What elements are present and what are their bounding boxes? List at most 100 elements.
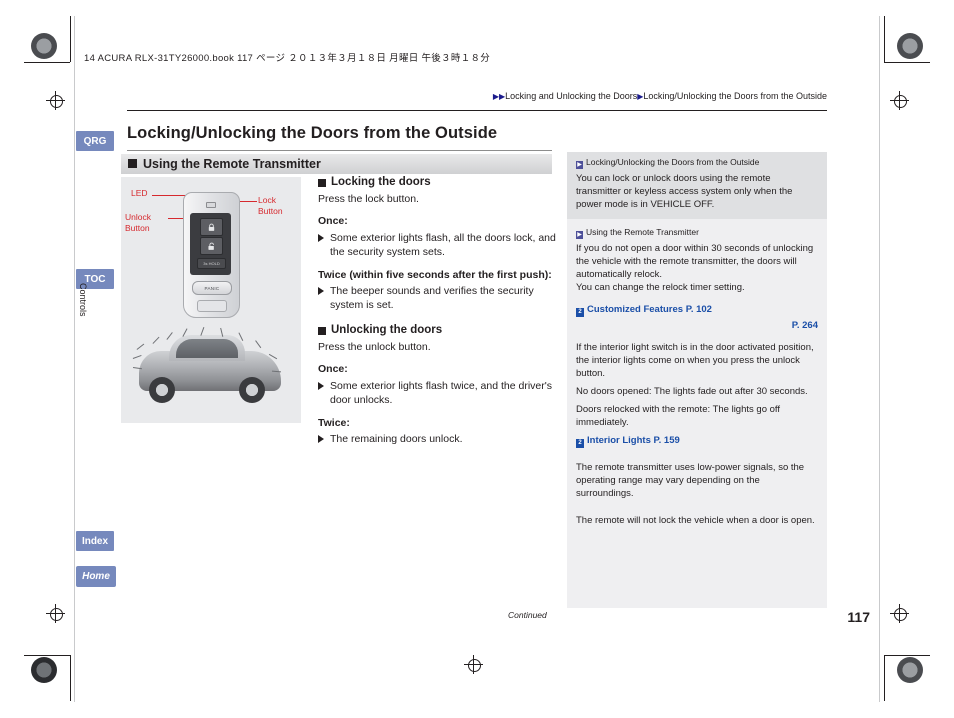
crop-mark-tl-v bbox=[70, 16, 71, 62]
reference-marker-icon: 2 bbox=[576, 439, 584, 448]
crop-mark-tr-v bbox=[884, 16, 885, 62]
reference-2-page: P. 159 bbox=[653, 435, 680, 446]
reference-2-label: Interior Lights bbox=[587, 435, 651, 446]
note-2-paragraph-4: No doors opened: The lights fade out aft… bbox=[576, 386, 808, 397]
leader-led bbox=[152, 195, 185, 196]
note-1-paragraph: You can lock or unlock doors using the r… bbox=[576, 173, 793, 210]
breadcrumb-arrow-1: ▶▶ bbox=[492, 92, 506, 101]
note-2-paragraph-1: If you do not open a door within 30 seco… bbox=[576, 242, 818, 294]
tab-home[interactable]: Home bbox=[76, 566, 116, 587]
note-2-body: If you do not open a door within 30 seco… bbox=[567, 242, 827, 535]
unlocking-once-text-label: Some exterior lights flash twice, and th… bbox=[330, 379, 553, 406]
unlocking-twice-text-label: The remaining doors unlock. bbox=[330, 433, 463, 445]
crop-mark-tl-h bbox=[24, 62, 70, 63]
callout-unlock-button: Unlock Button bbox=[125, 212, 151, 233]
title-rule bbox=[127, 150, 552, 151]
fob-lock-button-icon bbox=[200, 218, 223, 236]
triangle-bullet-icon bbox=[318, 381, 324, 390]
reference-1-page-alt[interactable]: P. 264 bbox=[576, 319, 818, 332]
tab-index[interactable]: Index bbox=[76, 531, 114, 551]
signal-wave-4 bbox=[152, 336, 160, 345]
locking-twice-label: Twice (within five seconds after the fir… bbox=[318, 268, 552, 281]
registration-circle-right-lower bbox=[894, 608, 907, 621]
page-title: Locking/Unlocking the Doors from the Out… bbox=[127, 124, 498, 142]
figure-panel: LED Unlock Button Lock Button 3s HOLD PA… bbox=[121, 177, 301, 423]
tab-qrg[interactable]: QRG bbox=[76, 131, 114, 151]
registration-circle-bottom bbox=[468, 659, 481, 672]
fob-led-icon bbox=[206, 202, 216, 208]
color-bar-tl bbox=[31, 33, 57, 59]
signal-wave-2 bbox=[132, 354, 142, 360]
reference-marker-icon: 2 bbox=[576, 308, 584, 317]
note-block-2: ▶ Using the Remote Transmitter If you do … bbox=[567, 219, 827, 535]
signal-wave-1 bbox=[136, 343, 145, 351]
note-2-p2-text: You can change the relock timer setting. bbox=[576, 282, 745, 293]
section-heading-locking-label: Locking the doors bbox=[331, 176, 431, 188]
square-bullet-icon bbox=[128, 159, 137, 168]
section-heading-locking: Locking the doors bbox=[318, 176, 558, 188]
car-front-wheel bbox=[149, 377, 175, 403]
subsection-header-label: Using the Remote Transmitter bbox=[143, 157, 321, 171]
car-illustration bbox=[131, 327, 291, 413]
note-2-paragraph-5: Doors relocked with the remote: The ligh… bbox=[576, 404, 781, 428]
unlocking-twice-text: The remaining doors unlock. bbox=[318, 432, 558, 446]
registration-circle-left-lower bbox=[50, 608, 63, 621]
locking-twice-text: The beeper sounds and verifies the secur… bbox=[318, 284, 558, 312]
color-bar-bl bbox=[31, 657, 57, 683]
side-notes-panel: ▶ Locking/Unlocking the Doors from the Ou… bbox=[567, 152, 827, 608]
color-bar-tr bbox=[897, 33, 923, 59]
trim-line-left bbox=[74, 16, 75, 702]
fob-unlock-button-icon bbox=[200, 237, 223, 255]
crop-mark-bl-v bbox=[70, 655, 71, 701]
unlocking-twice-label: Twice: bbox=[318, 416, 350, 429]
square-bullet-icon bbox=[318, 178, 326, 187]
reference-1-label: Customized Features bbox=[587, 304, 684, 315]
locking-once-label: Once: bbox=[318, 215, 348, 227]
registration-circle-right bbox=[894, 95, 907, 108]
color-bar-br bbox=[897, 657, 923, 683]
reference-interior-lights[interactable]: 2 Interior Lights P. 159 bbox=[576, 434, 818, 448]
section-heading-unlocking: Unlocking the doors bbox=[318, 324, 558, 336]
crop-mark-br-v bbox=[884, 655, 885, 701]
note-2-paragraph-3: If the interior light switch is in the d… bbox=[576, 342, 814, 379]
crop-mark-tr-h bbox=[884, 62, 930, 63]
callout-led: LED bbox=[131, 188, 148, 198]
locking-intro: Press the lock button. bbox=[318, 193, 419, 205]
file-stamp: 14 ACURA RLX-31TY26000.book 117 ページ ２０１３… bbox=[84, 53, 491, 64]
breadcrumb-item-1: Locking and Unlocking the Doors bbox=[505, 91, 638, 101]
fob-key-slot bbox=[197, 300, 227, 312]
note-block-1: ▶ Locking/Unlocking the Doors from the Ou… bbox=[567, 152, 827, 219]
note-1-title: Locking/Unlocking the Doors from the Out… bbox=[586, 157, 760, 167]
unlocking-once-label: Once: bbox=[318, 363, 348, 375]
note-marker-icon: ▶ bbox=[576, 161, 583, 169]
triangle-bullet-icon bbox=[318, 287, 324, 295]
triangle-bullet-icon bbox=[318, 435, 324, 443]
note-2-header: ▶ Using the Remote Transmitter bbox=[567, 219, 827, 242]
signal-wave-10 bbox=[255, 340, 262, 349]
note-1-body: You can lock or unlock doors using the r… bbox=[567, 172, 827, 219]
signal-wave-3 bbox=[132, 367, 143, 370]
padlock-closed-icon bbox=[208, 223, 215, 231]
section-heading-unlocking-label: Unlocking the doors bbox=[331, 324, 443, 336]
crop-mark-bl-h bbox=[24, 655, 70, 656]
signal-wave-5 bbox=[166, 332, 174, 341]
unlocking-intro: Press the unlock button. bbox=[318, 341, 431, 353]
header-rule bbox=[127, 110, 827, 111]
triangle-bullet-icon bbox=[318, 233, 324, 242]
note-1-header: ▶ Locking/Unlocking the Doors from the Ou… bbox=[567, 152, 827, 172]
locking-once-text: Some exterior lights flash, all the door… bbox=[318, 231, 558, 259]
remote-transmitter-illustration: 3s HOLD PANIC bbox=[183, 192, 240, 318]
section-side-label: Controls bbox=[78, 283, 88, 317]
reference-customized-features[interactable]: 2 Customized Features P. 102 bbox=[576, 303, 818, 317]
locking-twice-text-label: The beeper sounds and verifies the secur… bbox=[330, 285, 534, 311]
fob-trunk-button: 3s HOLD bbox=[197, 258, 226, 269]
manual-page: 14 ACURA RLX-31TY26000.book 117 ページ ２０１３… bbox=[0, 0, 954, 718]
callout-lock-button: Lock Button bbox=[258, 195, 283, 216]
square-bullet-icon bbox=[318, 326, 326, 335]
car-rear-wheel bbox=[239, 377, 265, 403]
breadcrumb-item-2: Locking/Unlocking the Doors from the Out… bbox=[643, 91, 827, 101]
trim-line-right bbox=[879, 16, 880, 702]
note-2-title: Using the Remote Transmitter bbox=[586, 227, 699, 237]
note-marker-icon: ▶ bbox=[576, 231, 583, 239]
tab-home-label: Home bbox=[82, 571, 110, 582]
